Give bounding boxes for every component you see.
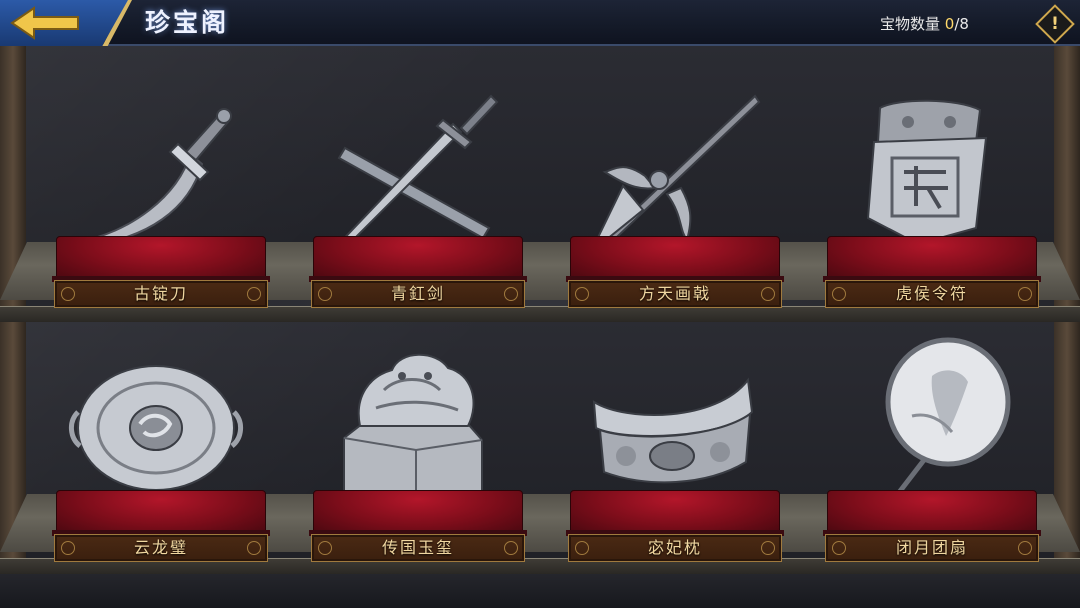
pedestal: [570, 236, 780, 280]
treasure-count-owned: 0: [944, 15, 955, 33]
pedestal: [313, 236, 523, 280]
treasure-count-total: 8: [959, 15, 969, 33]
treasure-name: 虎侯令符: [895, 284, 968, 303]
curved-blade-icon[interactable]: [70, 94, 250, 248]
back-arrow-icon: [10, 6, 79, 40]
pedestal: [827, 490, 1037, 534]
treasure-name: 古锭刀: [133, 284, 188, 303]
treasure-slot-5[interactable]: 云龙璧: [52, 490, 270, 580]
imperial-seal-icon[interactable]: [340, 346, 490, 508]
plaque-ornament: [504, 541, 518, 555]
treasure-slot-2[interactable]: 青釭剑: [309, 236, 527, 326]
plaque-ornament: [1018, 541, 1032, 555]
treasure-name-plaque: 青釭剑: [311, 280, 525, 308]
pedestal: [827, 236, 1037, 280]
plaque-ornament: [575, 287, 589, 301]
plaque-ornament: [832, 287, 846, 301]
treasure-count-label: 宝物数量: [880, 15, 941, 33]
treasure-name-plaque: 方天画戟: [568, 280, 782, 308]
treasure-name-plaque: 虎侯令符: [825, 280, 1039, 308]
treasure-slot-6[interactable]: 传国玉玺: [309, 490, 527, 580]
pedestal: [570, 490, 780, 534]
treasure-slot-4[interactable]: 虎侯令符: [823, 236, 1041, 326]
treasure-name: 云龙璧: [133, 538, 188, 557]
plaque-ornament: [247, 541, 261, 555]
plaque-ornament: [318, 541, 332, 555]
plaque-ornament: [61, 287, 75, 301]
plaque-ornament: [504, 287, 518, 301]
treasure-count: 宝物数量 0/8: [880, 13, 969, 35]
halberd-icon[interactable]: [583, 90, 763, 254]
plaque-ornament: [761, 287, 775, 301]
treasure-name-plaque: 古锭刀: [54, 280, 268, 308]
treasure-slot-1[interactable]: 古锭刀: [52, 236, 270, 326]
pedestal: [56, 490, 266, 534]
treasure-name-plaque: 传国玉玺: [311, 534, 525, 562]
dragon-disc-icon[interactable]: [66, 362, 246, 494]
treasure-name: 青釭剑: [390, 284, 445, 303]
treasure-name-plaque: 闭月团扇: [825, 534, 1039, 562]
plaque-ornament: [61, 541, 75, 555]
treasure-name: 闭月团扇: [895, 538, 968, 557]
plaque-ornament: [318, 287, 332, 301]
plaque-ornament: [247, 287, 261, 301]
treasure-slot-8[interactable]: 闭月团扇: [823, 490, 1041, 580]
pillow-icon[interactable]: [586, 372, 756, 492]
crossed-swords-icon[interactable]: [325, 90, 505, 252]
treasure-slot-3[interactable]: 方天画戟: [566, 236, 784, 326]
plaque-ornament: [761, 541, 775, 555]
tiger-token-icon[interactable]: [858, 96, 998, 246]
pedestal: [313, 490, 523, 534]
pedestal: [56, 236, 266, 280]
treasure-name-plaque: 宓妃枕: [568, 534, 782, 562]
treasure-name: 方天画戟: [638, 284, 711, 303]
plaque-ornament: [575, 541, 589, 555]
treasure-name-plaque: 云龙璧: [54, 534, 268, 562]
plaque-ornament: [1018, 287, 1032, 301]
plaque-ornament: [832, 541, 846, 555]
page-title: 珍宝阁: [145, 8, 230, 37]
treasure-name: 传国玉玺: [381, 538, 454, 557]
treasure-slot-7[interactable]: 宓妃枕: [566, 490, 784, 580]
treasure-name: 宓妃枕: [647, 538, 702, 557]
